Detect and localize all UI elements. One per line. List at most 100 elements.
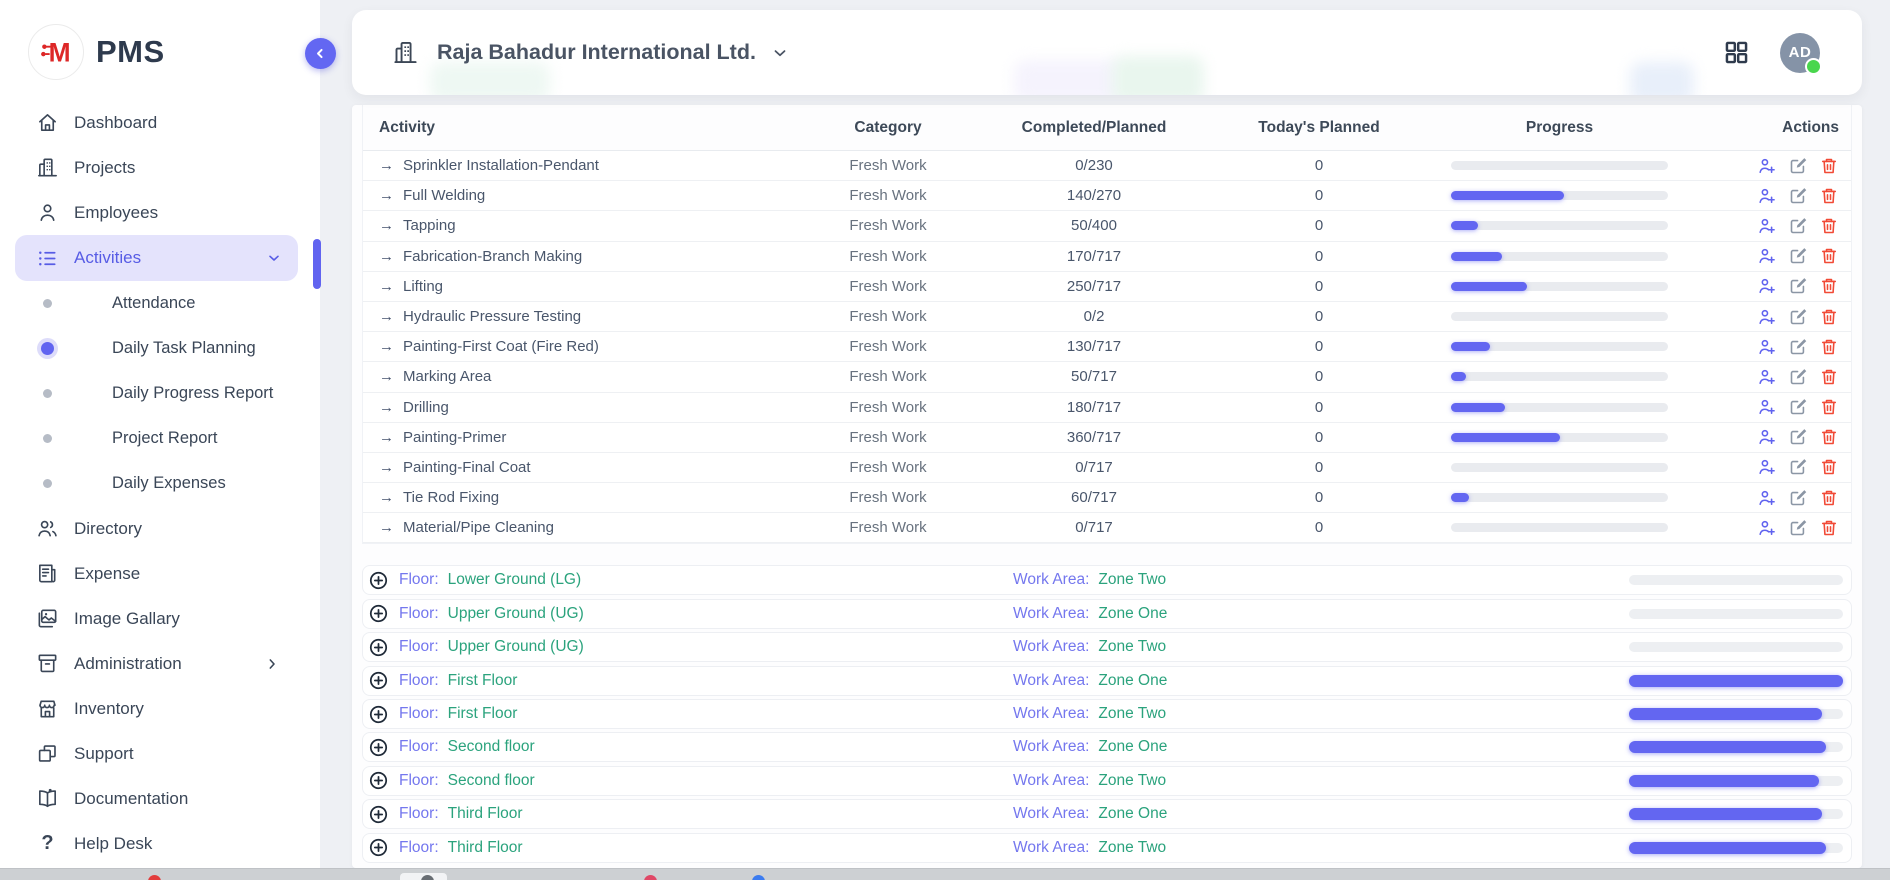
assign-user-button[interactable] [1757, 216, 1777, 236]
edit-button[interactable] [1788, 246, 1808, 266]
delete-button[interactable] [1819, 518, 1839, 538]
floor-row[interactable]: Floor: Third Floor Work Area: Zone One [362, 799, 1852, 829]
assign-user-button[interactable] [1757, 276, 1777, 296]
expand-plus-icon[interactable] [368, 704, 389, 725]
blur-blob [430, 62, 550, 95]
taskbar-app-icon[interactable] [752, 875, 765, 880]
expand-plus-icon[interactable] [368, 637, 389, 658]
sidebar-item[interactable]: Support [0, 731, 320, 776]
floor-row[interactable]: Floor: First Floor Work Area: Zone Two [362, 699, 1852, 729]
edit-button[interactable] [1788, 488, 1808, 508]
floor-row[interactable]: Floor: Upper Ground (UG) Work Area: Zone… [362, 599, 1852, 629]
edit-button[interactable] [1788, 186, 1808, 206]
assign-user-button[interactable] [1757, 488, 1777, 508]
floor-row[interactable]: Floor: Second floor Work Area: Zone One [362, 732, 1852, 762]
floor-label: Floor: [399, 705, 439, 723]
progress-bar [1451, 312, 1668, 321]
delete-button[interactable] [1819, 156, 1839, 176]
delete-button[interactable] [1819, 427, 1839, 447]
edit-button[interactable] [1788, 367, 1808, 387]
completed-planned-value: 140/270 [989, 187, 1199, 204]
edit-button[interactable] [1788, 427, 1808, 447]
company-selector[interactable]: Raja Bahadur International Ltd. [392, 39, 789, 66]
sidebar-subitem[interactable]: Attendance [0, 281, 320, 326]
delete-button[interactable] [1819, 276, 1839, 296]
sidebar-item[interactable]: ? Help Desk [0, 821, 320, 866]
expand-plus-icon[interactable] [368, 804, 389, 825]
delete-button[interactable] [1819, 488, 1839, 508]
delete-button[interactable] [1819, 337, 1839, 357]
edit-button[interactable] [1788, 156, 1808, 176]
assign-user-button[interactable] [1757, 246, 1777, 266]
floor-row[interactable]: Floor: Lower Ground (LG) Work Area: Zone… [362, 565, 1852, 595]
sidebar-item[interactable]: Directory [0, 506, 320, 551]
assign-user-button[interactable] [1757, 457, 1777, 477]
sidebar-item[interactable]: Image Gallary [0, 596, 320, 641]
delete-button[interactable] [1819, 186, 1839, 206]
activity-category: Fresh Work [787, 338, 989, 355]
taskbar-strip [0, 868, 1890, 880]
sidebar-collapse-button[interactable] [305, 38, 336, 69]
sidebar-item[interactable]: Expense [0, 551, 320, 596]
expand-plus-icon[interactable] [368, 670, 389, 691]
assign-user-button[interactable] [1757, 156, 1777, 176]
sidebar-item[interactable]: Employees [0, 190, 320, 235]
edit-button[interactable] [1788, 397, 1808, 417]
edit-button[interactable] [1788, 307, 1808, 327]
delete-button[interactable] [1819, 367, 1839, 387]
activity-row: → Painting-Final Coat Fresh Work 0/717 0 [363, 453, 1851, 483]
edit-button[interactable] [1788, 518, 1808, 538]
floor-name: Third Floor [448, 805, 523, 823]
delete-button[interactable] [1819, 397, 1839, 417]
floor-row[interactable]: Floor: Third Floor Work Area: Zone Two [362, 833, 1852, 863]
edit-button[interactable] [1788, 457, 1808, 477]
delete-button[interactable] [1819, 246, 1839, 266]
floor-progress-bar [1629, 742, 1843, 752]
sidebar-subitem[interactable]: Project Report [0, 416, 320, 461]
work-area-label: Work Area: [1013, 638, 1089, 656]
assign-user-button[interactable] [1757, 397, 1777, 417]
floor-row[interactable]: Floor: Second floor Work Area: Zone Two [362, 766, 1852, 796]
bullet-dot-icon [43, 434, 52, 443]
expand-plus-icon[interactable] [368, 570, 389, 591]
sidebar-subitem-label: Daily Task Planning [112, 339, 256, 358]
main-content: Activity Category Completed/Planned Toda… [352, 105, 1862, 868]
expand-plus-icon[interactable] [368, 837, 389, 858]
user-avatar[interactable]: AD [1780, 33, 1820, 73]
sidebar-subitem[interactable]: Daily Expenses [0, 461, 320, 506]
work-area-label: Work Area: [1013, 571, 1089, 589]
taskbar-app-icon[interactable] [148, 875, 161, 880]
sidebar-item-activities[interactable]: Activities [15, 235, 298, 281]
blur-blob [1630, 62, 1694, 95]
sidebar-subitem[interactable]: Daily Progress Report [0, 371, 320, 416]
edit-button[interactable] [1788, 276, 1808, 296]
edit-button[interactable] [1788, 337, 1808, 357]
completed-planned-value: 50/717 [989, 368, 1199, 385]
sidebar-item[interactable]: Documentation [0, 776, 320, 821]
floor-row[interactable]: Floor: Upper Ground (UG) Work Area: Zone… [362, 632, 1852, 662]
delete-button[interactable] [1819, 307, 1839, 327]
assign-user-button[interactable] [1757, 186, 1777, 206]
assign-user-button[interactable] [1757, 337, 1777, 357]
apps-grid-icon[interactable] [1723, 39, 1750, 66]
delete-button[interactable] [1819, 216, 1839, 236]
floor-row[interactable]: Floor: First Floor Work Area: Zone One [362, 666, 1852, 696]
taskbar-app-icon[interactable] [644, 875, 657, 880]
bullet-dot-icon [41, 342, 54, 355]
sidebar-item[interactable]: Projects [0, 145, 320, 190]
edit-button[interactable] [1788, 216, 1808, 236]
expand-plus-icon[interactable] [368, 737, 389, 758]
assign-user-button[interactable] [1757, 307, 1777, 327]
delete-button[interactable] [1819, 457, 1839, 477]
expand-plus-icon[interactable] [368, 770, 389, 791]
sidebar-item[interactable]: Inventory [0, 686, 320, 731]
sidebar-item[interactable]: Dashboard [0, 100, 320, 145]
sidebar-item[interactable]: Administration [0, 641, 320, 686]
sidebar-subitem[interactable]: Daily Task Planning [0, 326, 320, 371]
work-area-name: Zone Two [1098, 839, 1166, 857]
assign-user-button[interactable] [1757, 518, 1777, 538]
expand-plus-icon[interactable] [368, 603, 389, 624]
work-area-label: Work Area: [1013, 772, 1089, 790]
assign-user-button[interactable] [1757, 367, 1777, 387]
assign-user-button[interactable] [1757, 427, 1777, 447]
